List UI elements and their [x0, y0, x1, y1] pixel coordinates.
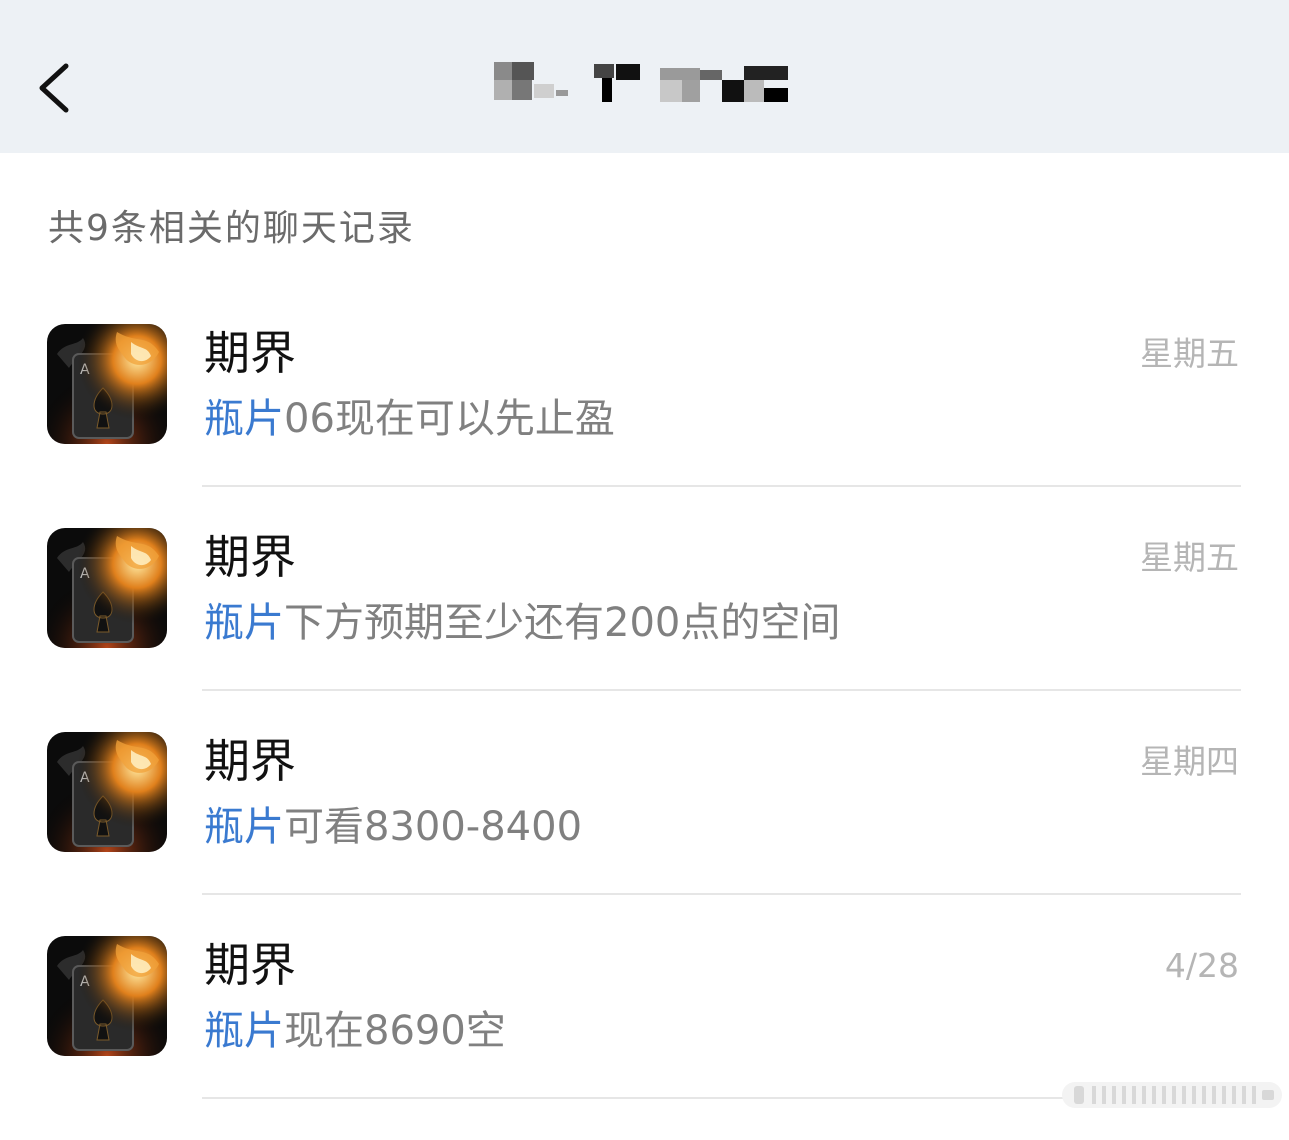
back-button[interactable]: [30, 58, 78, 118]
message-text: 06现在可以先止盈: [284, 396, 615, 442]
list-item[interactable]: A 期界 星期四 瓶片可看8300-8400: [0, 732, 1289, 936]
contact-name: 期界: [204, 938, 296, 992]
search-keyword-highlight: 瓶片: [204, 1008, 284, 1054]
message-snippet: 瓶片现在8690空: [204, 1003, 506, 1059]
avatar: A: [47, 528, 167, 648]
message-snippet: 瓶片可看8300-8400: [204, 799, 582, 855]
contact-name: 期界: [204, 326, 296, 380]
result-count-text: 共9条相关的聊天记录: [48, 208, 415, 249]
search-keyword-highlight: 瓶片: [204, 396, 284, 442]
message-time: 4/28: [1164, 946, 1239, 985]
contact-name: 期界: [204, 530, 296, 584]
row-divider: [202, 485, 1241, 487]
message-snippet: 瓶片06现在可以先止盈: [204, 391, 615, 447]
message-time: 星期四: [1140, 742, 1239, 781]
burning-spade-card-avatar-icon: A: [47, 528, 167, 648]
nav-bar: [0, 0, 1289, 153]
message-time: 星期五: [1140, 538, 1239, 577]
chevron-left-icon: [39, 63, 69, 113]
list-item[interactable]: A 期界 星期五 瓶片下方预期至少还有200点的空间: [0, 528, 1289, 732]
page-title: [494, 60, 794, 106]
message-snippet: 瓶片下方预期至少还有200点的空间: [204, 595, 840, 651]
list-item[interactable]: A 期界 星期五 瓶片06现在可以先止盈: [0, 324, 1289, 528]
avatar: A: [47, 732, 167, 852]
search-keyword-highlight: 瓶片: [204, 804, 284, 850]
pixelated-title-redaction: [494, 62, 788, 102]
message-text: 下方预期至少还有200点的空间: [284, 600, 841, 646]
watermark-graphic: [1062, 1082, 1282, 1108]
message-text: 现在8690空: [284, 1008, 506, 1054]
contact-name: 期界: [204, 734, 296, 788]
row-divider: [202, 893, 1241, 895]
avatar: A: [47, 324, 167, 444]
burning-spade-card-avatar-icon: A: [47, 324, 167, 444]
search-keyword-highlight: 瓶片: [204, 600, 284, 646]
burning-spade-card-avatar-icon: A: [47, 732, 167, 852]
avatar: A: [47, 936, 167, 1056]
row-divider: [202, 689, 1241, 691]
message-time: 星期五: [1140, 334, 1239, 373]
message-text: 可看8300-8400: [284, 804, 583, 850]
burning-spade-card-avatar-icon: A: [47, 936, 167, 1056]
